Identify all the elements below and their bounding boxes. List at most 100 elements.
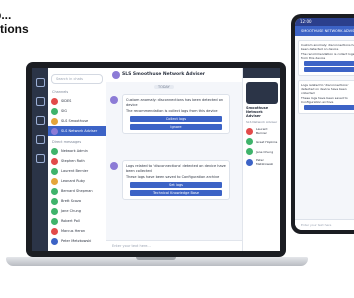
contact-name: Laurent Bernier <box>61 169 89 173</box>
details-tabs[interactable] <box>243 68 280 78</box>
chat-area: TODAY Custom anomaly: disconnections has… <box>106 82 242 240</box>
channel-list: SIDES SIG SLS Smoothuse SLS Network Adviser <box>48 96 106 136</box>
avatar <box>246 158 253 166</box>
member-item[interactable]: Jane Chung <box>246 148 278 155</box>
search-input[interactable]: Search in chats <box>51 74 103 84</box>
contact-list: Network Admin Stephen Roth Laurent Bernier… <box>48 146 106 246</box>
message-card: Custom anomaly: disconnections has been … <box>122 94 230 134</box>
avatar <box>51 117 58 125</box>
laptop-notch <box>136 257 176 260</box>
contact-name: Network Admin <box>61 149 88 153</box>
day-separator: TODAY <box>154 85 174 89</box>
avatar <box>51 107 58 115</box>
member-name: Jane Chung <box>256 149 274 154</box>
phone: 12:00 SMOOTHUSE NETWORK ADVISER Custom a… <box>291 14 354 234</box>
avatar <box>51 207 58 215</box>
contacts-icon[interactable] <box>35 116 45 125</box>
member-list: Laurent Bernier Greet Hopkins Jane Chung Pe… <box>243 127 280 166</box>
member-name: Greet Hopkins <box>256 139 278 144</box>
contact-item[interactable]: Stephen Roth <box>48 156 106 166</box>
member-item[interactable]: Greet Hopkins <box>246 138 278 145</box>
contact-name: Stephen Roth <box>61 159 85 163</box>
avatar <box>51 217 58 225</box>
laptop: Search in chats Channels SIDES SIG SLS Smo… <box>26 62 286 257</box>
phone-collect-button[interactable] <box>304 61 354 66</box>
contact-name: Brett Scoza <box>61 199 82 203</box>
channel-item[interactable]: SIG <box>48 106 106 116</box>
avatar <box>51 147 58 155</box>
chat-header: SLS Smoothuse Network Adviser <box>106 68 242 83</box>
contact-item[interactable]: Marcus Heron <box>48 226 106 236</box>
avatar <box>246 138 253 145</box>
adviser-logo <box>246 82 278 104</box>
member-item[interactable]: Laurent Bernier <box>246 127 278 135</box>
chat-title: SLS Smoothuse Network Adviser <box>122 72 206 77</box>
message-text: Custom anomaly: disconnections has been … <box>126 98 224 107</box>
message-text: These logs have been saved to Configurat… <box>126 175 220 179</box>
contact-item[interactable]: Jane Chung <box>48 206 106 216</box>
contact-name: Leonard Ruby <box>61 179 86 183</box>
headline-line-2: tions <box>0 22 29 36</box>
phone-status-time: 12:00 <box>295 18 354 26</box>
phone-message-text: Custom anomaly: disconnections has been … <box>301 43 354 51</box>
details-panel: Smoothuse Network Adviser SLS Network Ad… <box>242 68 280 251</box>
channel-name: SIDES <box>61 99 72 103</box>
laptop-screen: Search in chats Channels SIDES SIG SLS Smo… <box>32 68 280 251</box>
phone-message-card: Custom anomaly: disconnections has been … <box>298 40 354 76</box>
channel-item[interactable]: SLS Network Adviser <box>48 126 106 136</box>
channel-item[interactable]: SIDES <box>48 96 106 106</box>
member-item[interactable]: Peter Metzkowski <box>246 158 278 166</box>
contact-item[interactable]: Bernard Shepman <box>48 186 106 196</box>
channel-item[interactable]: SLS Smoothuse <box>48 116 106 126</box>
contact-item[interactable]: Laurent Bernier <box>48 166 106 176</box>
message-card: Logs related to 'disconnections' detecte… <box>122 160 230 200</box>
avatar <box>51 157 58 165</box>
avatar <box>51 167 58 175</box>
chat-icon[interactable] <box>35 97 45 106</box>
message-text: Logs related to 'disconnections' detecte… <box>126 164 226 173</box>
channel-name: SLS Network Adviser <box>61 129 98 133</box>
phone-screen: 12:00 SMOOTHUSE NETWORK ADVISER Custom a… <box>295 18 354 230</box>
sidebar: Search in chats Channels SIDES SIG SLS Smo… <box>48 68 107 251</box>
phone-chat-header: SMOOTHUSE NETWORK ADVISER <box>295 26 354 36</box>
phone-message-text: Logs related to 'disconnections' detecte… <box>301 83 349 95</box>
message-text: The recommendation is collect logs from … <box>126 109 218 113</box>
avatar <box>51 177 58 185</box>
member-name: Peter Metzkowski <box>256 158 274 166</box>
knowledge-base-button[interactable]: Technical Knowledge Base <box>130 189 222 196</box>
member-name: Laurent Bernier <box>256 127 268 135</box>
avatar <box>51 197 58 205</box>
avatar <box>51 187 58 195</box>
contact-name: Peter Metzkowski <box>61 239 92 243</box>
phone-set-logs-button[interactable] <box>304 105 354 110</box>
collect-logs-button[interactable]: Collect logs <box>130 115 222 122</box>
avatar <box>51 127 58 135</box>
headline: p... tions <box>0 8 29 36</box>
message-input[interactable]: Enter your text here... <box>106 240 242 251</box>
home-icon[interactable] <box>35 78 45 87</box>
contact-item[interactable]: Network Admin <box>48 146 106 156</box>
contact-name: Bernard Shepman <box>61 189 93 193</box>
ignore-button[interactable]: Ignore <box>130 123 222 130</box>
contact-item[interactable]: Brett Scoza <box>48 196 106 206</box>
app-rail <box>32 68 48 251</box>
avatar <box>51 97 58 105</box>
contact-item[interactable]: Leonard Ruby <box>48 176 106 186</box>
calendar-icon[interactable] <box>35 135 45 144</box>
channel-name: SLS Smoothuse <box>61 119 89 123</box>
set-logs-button[interactable]: Set logs <box>130 181 222 188</box>
phone-message-input[interactable]: Enter your text here <box>295 219 354 230</box>
phone-ignore-button[interactable] <box>304 67 354 72</box>
phone-message-text: The recommendation is collect logs from … <box>301 52 354 60</box>
contact-item[interactable]: Robert Poll <box>48 216 106 226</box>
bot-avatar <box>110 162 118 170</box>
dm-heading: Direct messages <box>52 140 82 144</box>
avatar <box>246 127 253 135</box>
settings-icon[interactable] <box>35 154 45 163</box>
details-subtitle: SLS Network Adviser <box>246 120 278 124</box>
details-name: Smoothuse Network Adviser <box>246 106 269 118</box>
contact-item[interactable]: Peter Metzkowski <box>48 236 106 246</box>
avatar <box>246 148 253 155</box>
bot-avatar <box>110 96 118 104</box>
avatar <box>51 237 58 245</box>
